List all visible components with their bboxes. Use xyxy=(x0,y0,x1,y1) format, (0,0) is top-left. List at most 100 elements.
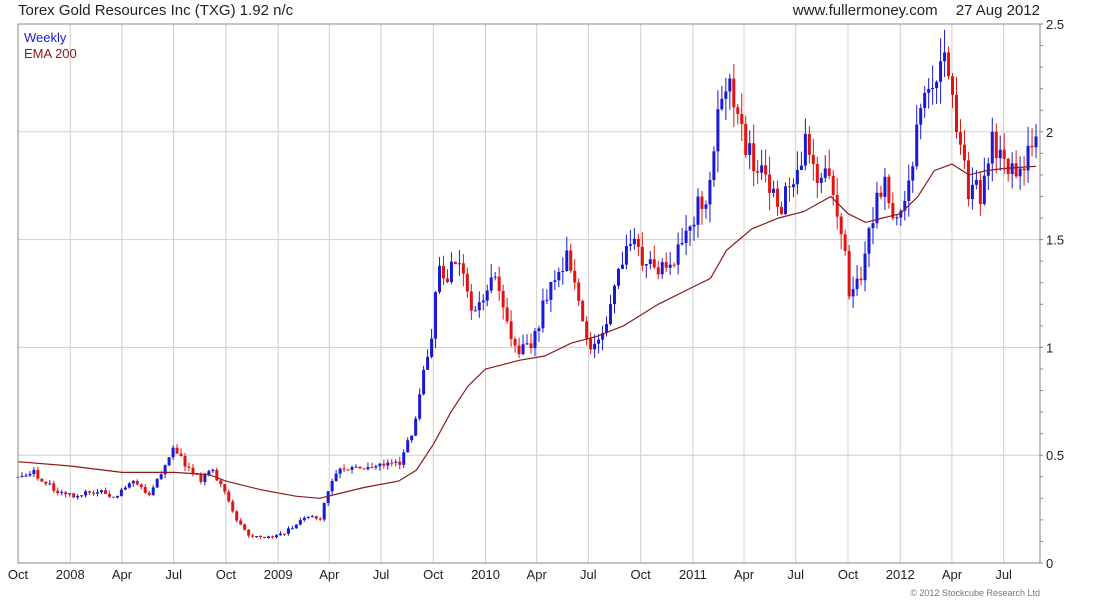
candle xyxy=(708,171,712,223)
candle xyxy=(720,86,724,112)
candle xyxy=(342,464,346,473)
candle xyxy=(732,64,736,128)
candle xyxy=(1006,157,1010,182)
candle xyxy=(684,214,688,256)
candle xyxy=(1034,123,1038,158)
legend-weekly: Weekly xyxy=(24,30,67,45)
x-tick-label: 2011 xyxy=(679,567,707,582)
candle xyxy=(32,466,36,477)
candle xyxy=(231,499,235,513)
candle xyxy=(227,489,231,503)
candle xyxy=(986,157,990,190)
candle xyxy=(553,270,557,291)
candle xyxy=(465,267,469,298)
candle xyxy=(525,334,529,346)
candle xyxy=(748,130,752,170)
candle xyxy=(318,516,322,521)
candle xyxy=(493,271,497,281)
candle xyxy=(704,200,708,219)
candle xyxy=(414,416,418,437)
candle xyxy=(76,494,80,500)
candle xyxy=(780,201,784,215)
candle xyxy=(298,517,302,526)
candle xyxy=(422,365,426,396)
candle xyxy=(481,294,485,311)
candle xyxy=(247,529,251,538)
candle xyxy=(334,470,338,482)
candle xyxy=(219,479,223,488)
candle xyxy=(473,306,477,312)
candle xyxy=(943,29,947,78)
candle xyxy=(127,482,131,489)
candle xyxy=(123,485,127,491)
x-tick-label: Apr xyxy=(527,567,548,582)
candle xyxy=(1030,128,1034,157)
candle xyxy=(585,316,589,346)
candle xyxy=(255,536,259,538)
candle xyxy=(644,264,648,279)
candle xyxy=(390,458,394,467)
candle xyxy=(573,259,577,290)
candle xyxy=(855,265,859,297)
candle xyxy=(151,485,155,497)
candle xyxy=(143,483,147,494)
candle xyxy=(1010,152,1014,189)
candle xyxy=(736,103,740,125)
candle xyxy=(386,459,390,470)
y-axis: 0 0.5 1 1.5 2 2.5 xyxy=(1040,17,1064,571)
candle xyxy=(282,533,286,536)
candle xyxy=(251,533,255,539)
candle xyxy=(628,229,632,252)
candle xyxy=(648,251,652,270)
candle xyxy=(366,462,370,471)
y-tick-label: 1 xyxy=(1046,340,1053,355)
candle xyxy=(513,336,517,353)
candle xyxy=(875,181,879,229)
candle xyxy=(978,171,982,216)
candle xyxy=(676,232,680,275)
candle xyxy=(712,146,716,187)
candle xyxy=(915,105,919,170)
candle xyxy=(24,473,28,478)
candle xyxy=(20,471,24,478)
candle xyxy=(839,212,843,250)
candle xyxy=(243,523,247,531)
candle xyxy=(72,493,76,499)
candle xyxy=(545,289,549,305)
candle xyxy=(1018,156,1022,190)
x-tick-label: Apr xyxy=(319,567,340,582)
candle xyxy=(947,46,951,80)
candle xyxy=(163,464,167,479)
candle xyxy=(557,267,561,288)
candle xyxy=(306,515,310,520)
candle xyxy=(438,257,442,294)
candle xyxy=(744,115,748,159)
candle xyxy=(410,435,414,443)
candle xyxy=(612,284,616,314)
candle xyxy=(263,536,267,539)
candle xyxy=(787,177,791,202)
candle xyxy=(442,255,446,286)
legend-ema-200: EMA 200 xyxy=(24,46,77,61)
candle xyxy=(966,152,970,207)
candle xyxy=(819,172,823,194)
y-tick-label: 1.5 xyxy=(1046,233,1064,248)
copyright: © 2012 Stockcube Research Ltd xyxy=(910,588,1040,598)
candle xyxy=(724,77,728,121)
x-tick-label: Oct xyxy=(631,567,652,582)
candle xyxy=(764,149,768,183)
candle xyxy=(453,261,457,265)
x-tick-label: Jul xyxy=(165,567,182,582)
candle xyxy=(776,180,780,216)
candle xyxy=(939,38,943,104)
candle xyxy=(1026,126,1030,183)
x-tick-label: Jul xyxy=(995,567,1012,582)
candle xyxy=(927,78,931,109)
candle xyxy=(402,449,406,469)
candle xyxy=(620,251,624,270)
candle xyxy=(664,252,668,272)
candle xyxy=(358,466,362,469)
x-tick-label: Oct xyxy=(423,567,444,582)
x-tick-label: 2012 xyxy=(886,567,915,582)
candle xyxy=(954,77,958,139)
